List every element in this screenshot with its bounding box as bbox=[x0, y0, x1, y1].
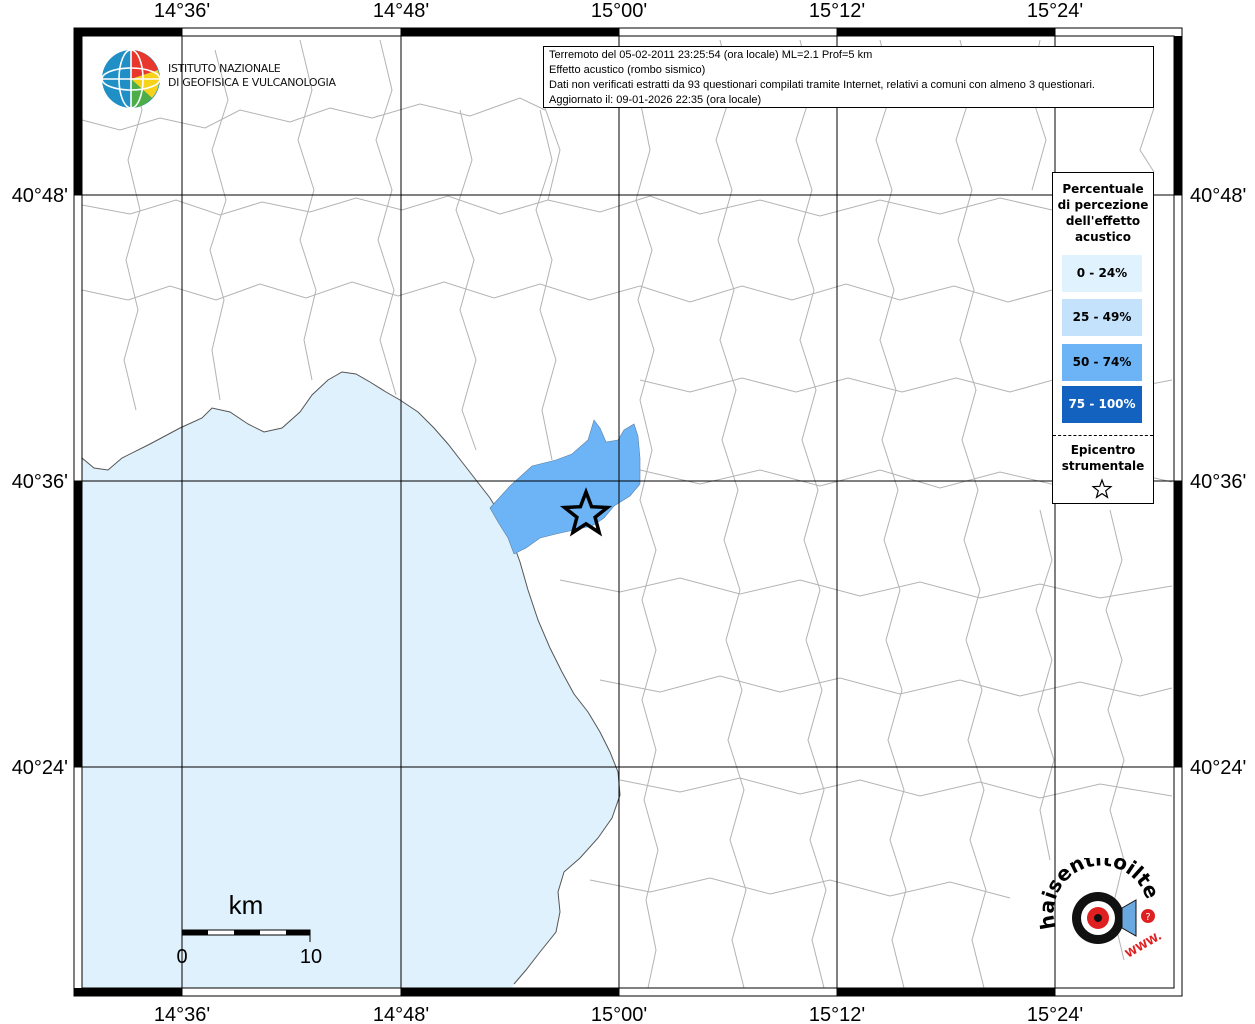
felt-area-50-74 bbox=[489, 419, 641, 555]
lon-tick-top: 15°00' bbox=[591, 0, 647, 22]
lat-tick-right: 40°48' bbox=[1190, 185, 1246, 207]
lon-tick-top: 15°24' bbox=[1027, 0, 1083, 22]
hai-sentito-www: WWW. bbox=[1123, 929, 1164, 960]
lon-tick-bottom: 15°24' bbox=[1027, 1004, 1083, 1024]
legend-title: Percentuale di percezione dell'effetto a… bbox=[1053, 181, 1153, 245]
legend-epicentre-line: strumentale bbox=[1061, 459, 1145, 473]
event-info-line: Aggiornato il: 09-01-2026 22:35 (ora loc… bbox=[549, 94, 762, 106]
legend-star-icon bbox=[1091, 478, 1113, 499]
event-info-line: Effetto acustico (rombo sismico) bbox=[549, 64, 706, 76]
lat-tick-right: 40°36' bbox=[1190, 471, 1246, 493]
event-info-line: Terremoto del 05-02-2011 23:25:54 (ora l… bbox=[549, 49, 873, 61]
legend-epicentre-label: Epicentro strumentale bbox=[1053, 442, 1153, 474]
lat-tick-left: 40°24' bbox=[12, 757, 68, 779]
lon-tick-bottom: 15°12' bbox=[809, 1004, 865, 1024]
ingv-name-line1: ISTITUTO NAZIONALE bbox=[168, 62, 281, 75]
legend-title-line: dell'effetto bbox=[1065, 214, 1141, 228]
legend-title-line: Percentuale bbox=[1062, 182, 1144, 196]
scale-max-label: 10 bbox=[300, 946, 322, 968]
legend-title-line: di percezione bbox=[1057, 198, 1149, 212]
lon-tick-bottom: 14°36' bbox=[154, 1004, 210, 1024]
lat-tick-right: 40°24' bbox=[1190, 757, 1246, 779]
event-info-line: Dati non verificati estratti da 93 quest… bbox=[549, 79, 1095, 91]
ingv-logo bbox=[101, 49, 161, 109]
ingv-name-line2: DI GEOFISICA E VULCANOLOGIA bbox=[168, 76, 336, 89]
svg-text:?: ? bbox=[1145, 912, 1150, 923]
legend-epicentre-line: Epicentro bbox=[1070, 443, 1136, 457]
event-info-box: Terremoto del 05-02-2011 23:25:54 (ora l… bbox=[543, 46, 1154, 108]
legend-title-line: acustico bbox=[1074, 230, 1132, 244]
legend-swatch-25-49: 25 - 49% bbox=[1062, 299, 1142, 336]
lon-tick-top: 15°12' bbox=[809, 0, 865, 22]
lon-tick-bottom: 15°00' bbox=[591, 1004, 647, 1024]
lat-tick-left: 40°36' bbox=[12, 471, 68, 493]
ingv-name: ISTITUTO NAZIONALE DI GEOFISICA E VULCAN… bbox=[168, 62, 336, 90]
legend: Percentuale di percezione dell'effetto a… bbox=[1052, 172, 1154, 504]
lon-tick-top: 14°36' bbox=[154, 0, 210, 22]
legend-swatch-75-100: 75 - 100% bbox=[1062, 386, 1142, 423]
lon-tick-top: 14°48' bbox=[373, 0, 429, 22]
legend-swatch-50-74: 50 - 74% bbox=[1062, 344, 1142, 381]
hai-sentito-logo: haisentitoilterremoto.it ? WWW. bbox=[1036, 858, 1164, 961]
legend-swatch-0-24: 0 - 24% bbox=[1062, 255, 1142, 292]
lon-tick-bottom: 14°48' bbox=[373, 1004, 429, 1024]
lat-tick-left: 40°48' bbox=[12, 185, 68, 207]
legend-divider bbox=[1053, 435, 1153, 436]
scale-min-label: 0 bbox=[176, 946, 187, 968]
scale-unit: km bbox=[229, 890, 264, 920]
